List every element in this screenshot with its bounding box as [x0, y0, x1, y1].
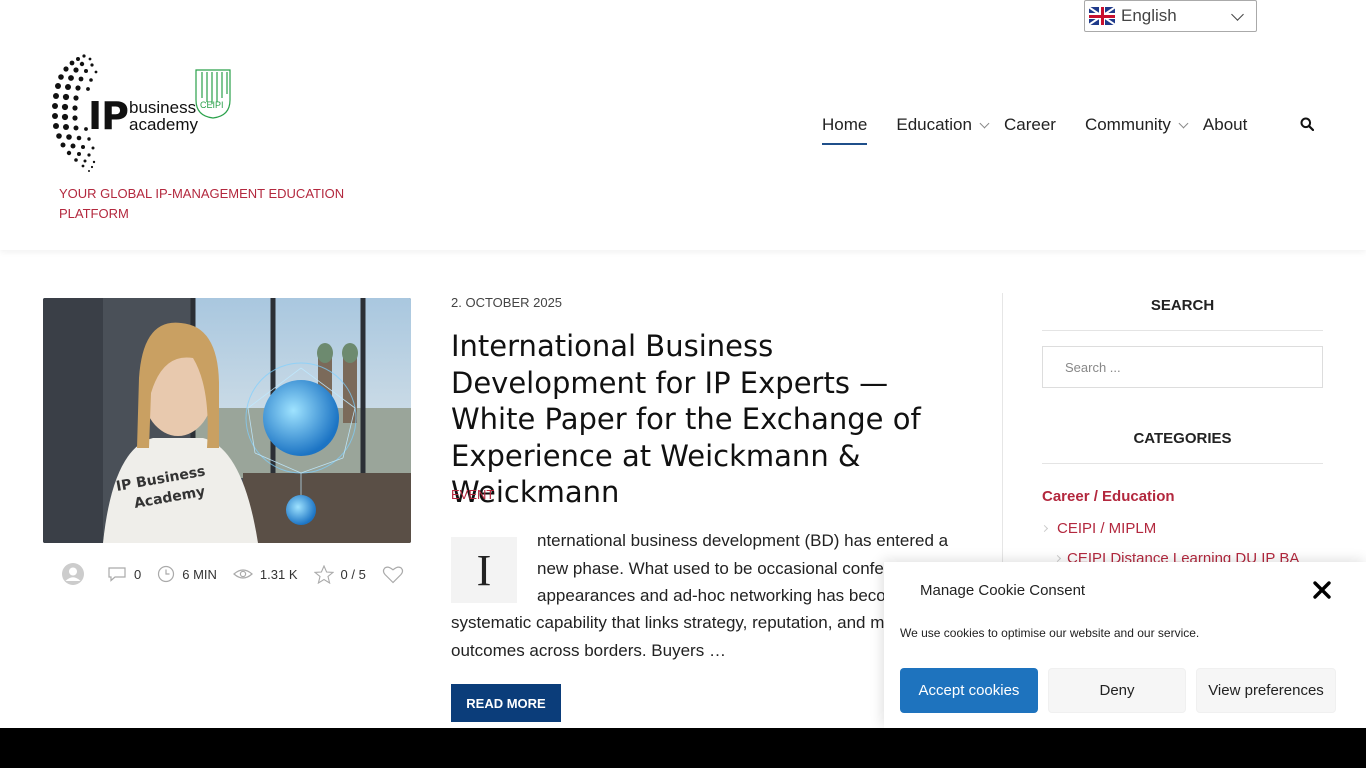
post-date: 2. OCTOBER 2025: [451, 295, 563, 310]
chevron-down-icon: [1178, 118, 1189, 129]
category-ceipi-miplm[interactable]: CEIPI / MIPLM: [1057, 520, 1156, 537]
sidebar-search-input[interactable]: Search ...: [1042, 346, 1323, 388]
post-meta: 0 6 MIN 1.31 K 0 / 5: [62, 563, 427, 585]
author-avatar[interactable]: [62, 563, 91, 585]
widget-divider: [1042, 330, 1323, 331]
content-divider: [1002, 293, 1003, 563]
chevron-down-icon: [979, 118, 990, 129]
search-icon[interactable]: [1300, 117, 1314, 131]
search-widget-title: SEARCH: [1150, 297, 1215, 314]
star-icon: [313, 564, 334, 584]
main-nav: Home Education Career Community About: [822, 114, 1247, 148]
language-label: English: [1121, 6, 1177, 25]
footer-bar: [0, 728, 1366, 768]
language-selector[interactable]: English: [1084, 0, 1257, 32]
logo-ip-text: IP: [88, 94, 129, 138]
search-placeholder: Search ...: [1065, 359, 1121, 375]
rating[interactable]: 0 / 5: [313, 564, 366, 584]
eye-icon: [233, 569, 253, 579]
nav-home[interactable]: Home: [822, 114, 868, 145]
avatar-icon: [62, 563, 84, 585]
like-button[interactable]: [382, 565, 411, 584]
view-preferences-button[interactable]: View preferences: [1196, 668, 1336, 713]
site-tagline: YOUR GLOBAL IP-MANAGEMENT EDUCATION PLAT…: [59, 186, 345, 221]
category-career-education[interactable]: Career / Education: [1042, 488, 1175, 505]
comment-count[interactable]: 0: [107, 566, 141, 582]
categories-widget-title: CATEGORIES: [1133, 430, 1232, 447]
chevron-right-icon: [1053, 554, 1062, 563]
post-category[interactable]: EVENT: [451, 487, 494, 502]
logo-business-text: business academy: [129, 98, 198, 134]
heart-icon: [382, 565, 403, 583]
post-dropcap: I: [451, 537, 517, 603]
read-time: 6 MIN: [157, 565, 217, 583]
view-count: 1.31 K: [233, 567, 298, 582]
widget-divider: [1042, 463, 1323, 464]
ceipi-badge: [195, 69, 231, 119]
post-thumbnail-image: IP Business Academy: [43, 298, 411, 543]
uk-flag-icon: [1089, 7, 1115, 25]
logo-partner-text: CEIPI: [200, 100, 224, 110]
chevron-right-icon: [1040, 524, 1049, 533]
nav-career[interactable]: Career: [1004, 114, 1056, 136]
deny-cookies-button[interactable]: Deny: [1048, 668, 1186, 713]
cookie-title: Manage Cookie Consent: [920, 582, 1086, 599]
post-thumbnail[interactable]: IP Business Academy: [43, 298, 411, 543]
cookie-consent-dialog: Manage Cookie Consent We use cookies to …: [884, 562, 1366, 728]
cookie-message: We use cookies to optimise our website a…: [900, 626, 1200, 640]
accept-cookies-button[interactable]: Accept cookies: [900, 668, 1038, 713]
nav-community[interactable]: Community: [1085, 114, 1189, 136]
read-more-button[interactable]: READ MORE: [451, 684, 561, 722]
nav-about[interactable]: About: [1203, 114, 1247, 136]
chevron-down-icon: [1231, 8, 1244, 21]
close-icon[interactable]: [1312, 580, 1332, 600]
post-title[interactable]: International Business Development for I…: [451, 328, 966, 511]
comment-icon: [108, 567, 126, 582]
clock-icon: [158, 565, 175, 583]
site-header: CEIPI IP business academy YOUR GLOBAL IP…: [0, 0, 1366, 250]
site-logo[interactable]: CEIPI IP business academy: [52, 50, 237, 175]
nav-education[interactable]: Education: [896, 114, 990, 136]
